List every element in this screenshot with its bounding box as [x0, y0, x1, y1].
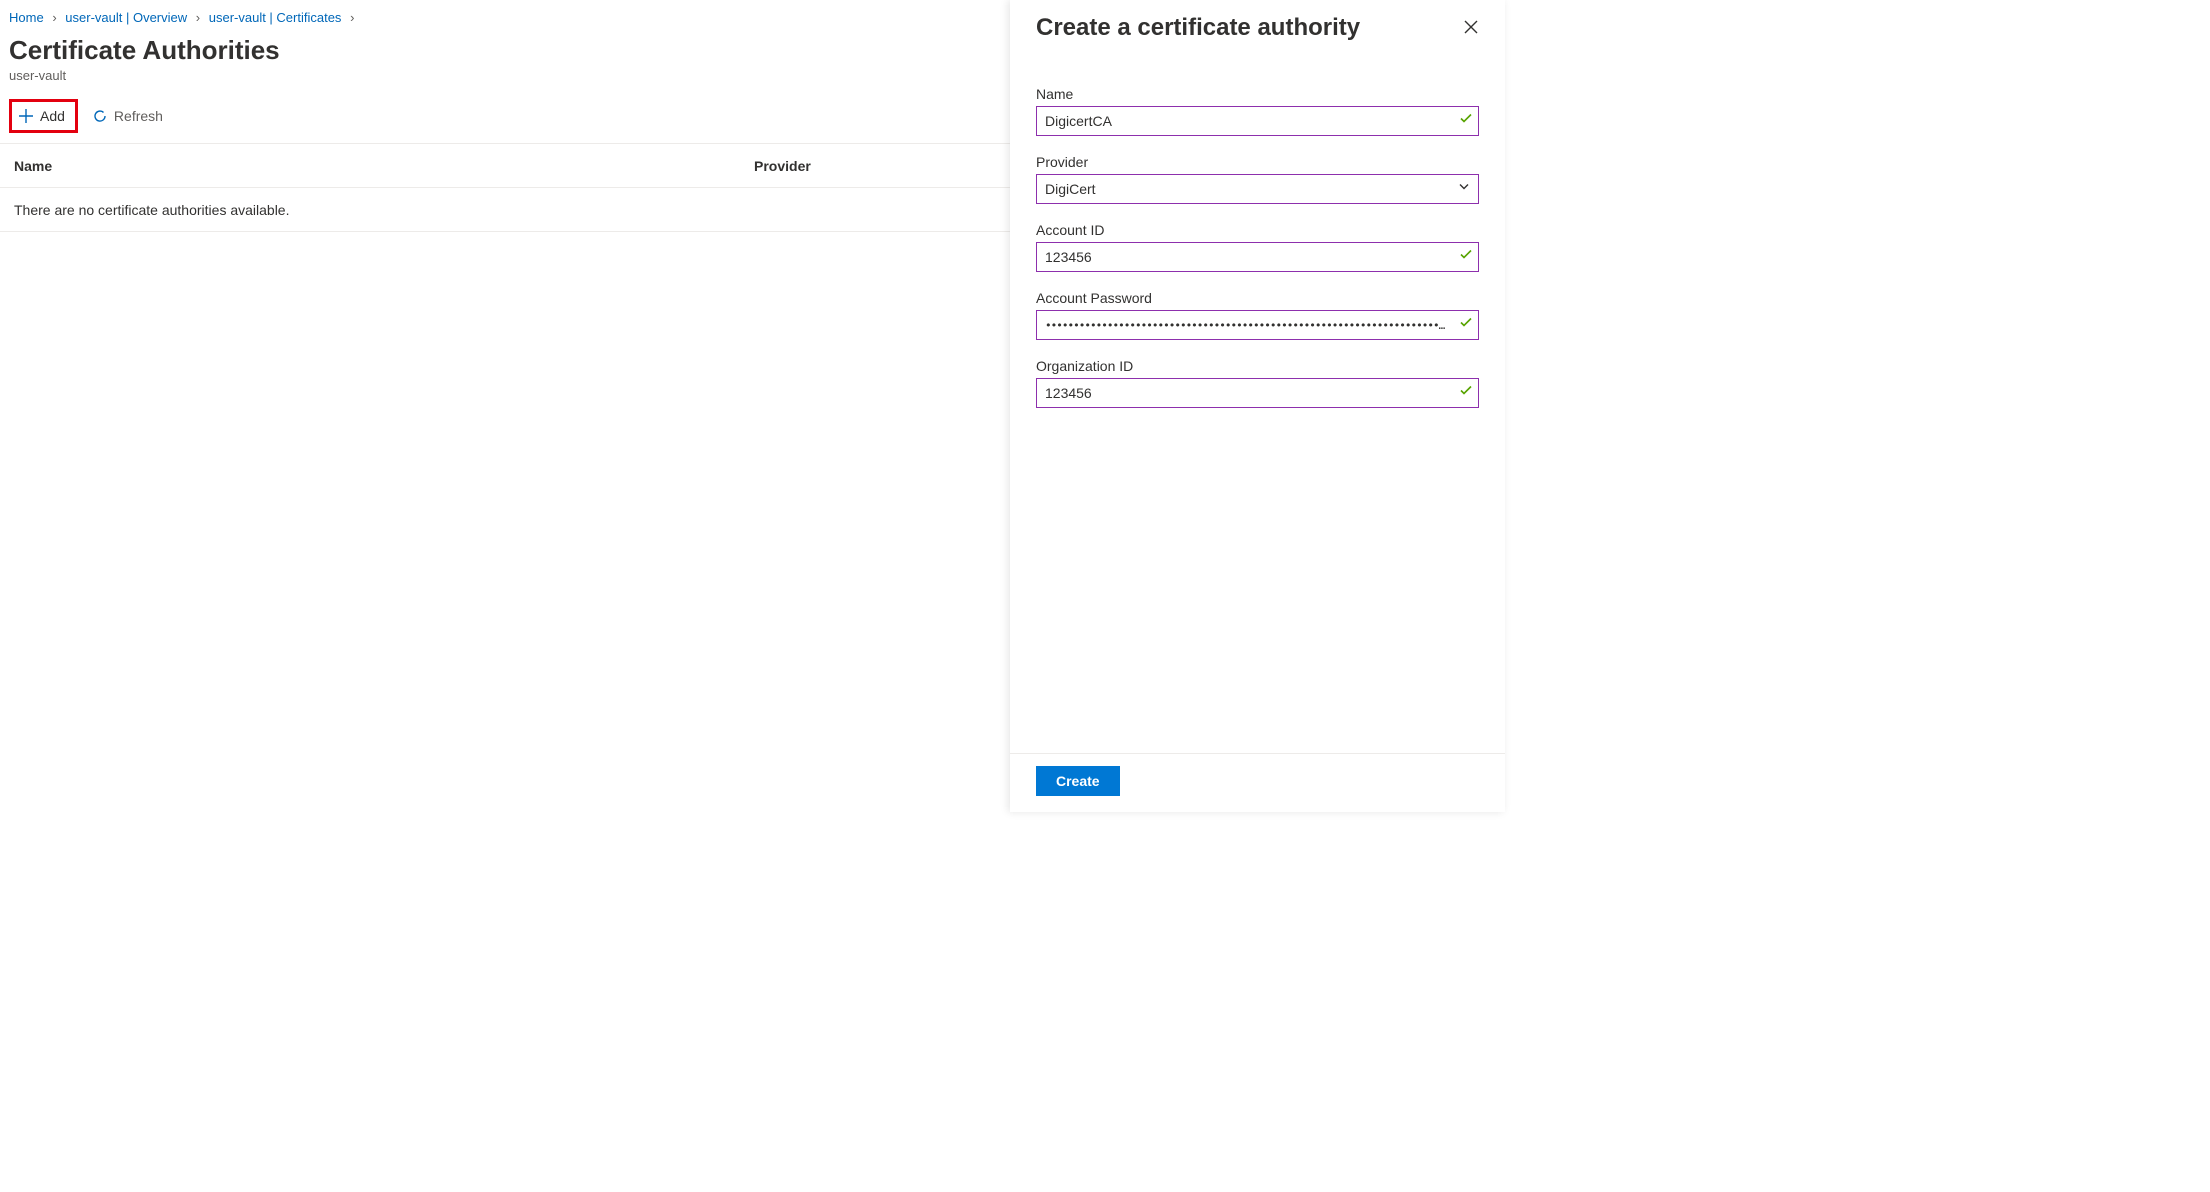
- field-name: Name: [1036, 86, 1479, 136]
- check-icon: [1459, 112, 1473, 131]
- field-account-id: Account ID: [1036, 222, 1479, 272]
- panel-body: Name Provider DigiCert Account ID: [1010, 46, 1505, 753]
- refresh-button[interactable]: Refresh: [84, 103, 171, 129]
- column-header-name[interactable]: Name: [14, 158, 754, 174]
- plus-icon: [18, 108, 34, 124]
- field-organization-id: Organization ID: [1036, 358, 1479, 408]
- chevron-right-icon: ›: [47, 10, 61, 25]
- breadcrumb-link-certificates[interactable]: user-vault | Certificates: [209, 10, 342, 25]
- account-password-input[interactable]: ••••••••••••••••••••••••••••••••••••••••…: [1036, 310, 1479, 340]
- create-ca-panel: Create a certificate authority Name Prov…: [1010, 0, 1505, 812]
- label-account-id: Account ID: [1036, 222, 1479, 238]
- refresh-button-label: Refresh: [114, 108, 163, 124]
- label-organization-id: Organization ID: [1036, 358, 1479, 374]
- close-button[interactable]: [1459, 15, 1483, 42]
- check-icon: [1459, 248, 1473, 267]
- label-account-password: Account Password: [1036, 290, 1479, 306]
- create-button[interactable]: Create: [1036, 766, 1120, 796]
- breadcrumb-link-home[interactable]: Home: [9, 10, 44, 25]
- add-button-label: Add: [40, 108, 65, 124]
- breadcrumb-link-overview[interactable]: user-vault | Overview: [65, 10, 187, 25]
- refresh-icon: [92, 108, 108, 124]
- label-name: Name: [1036, 86, 1479, 102]
- label-provider: Provider: [1036, 154, 1479, 170]
- name-input[interactable]: [1036, 106, 1479, 136]
- organization-id-input[interactable]: [1036, 378, 1479, 408]
- field-account-password: Account Password •••••••••••••••••••••••…: [1036, 290, 1479, 340]
- provider-select[interactable]: DigiCert: [1036, 174, 1479, 204]
- account-id-input[interactable]: [1036, 242, 1479, 272]
- panel-header: Create a certificate authority: [1010, 0, 1505, 46]
- panel-title: Create a certificate authority: [1036, 14, 1360, 42]
- close-icon: [1463, 23, 1479, 38]
- panel-footer: Create: [1010, 753, 1505, 812]
- add-button[interactable]: Add: [9, 99, 78, 133]
- chevron-right-icon: ›: [191, 10, 205, 25]
- check-icon: [1459, 316, 1473, 335]
- field-provider: Provider DigiCert: [1036, 154, 1479, 204]
- check-icon: [1459, 384, 1473, 403]
- chevron-right-icon: ›: [345, 10, 359, 25]
